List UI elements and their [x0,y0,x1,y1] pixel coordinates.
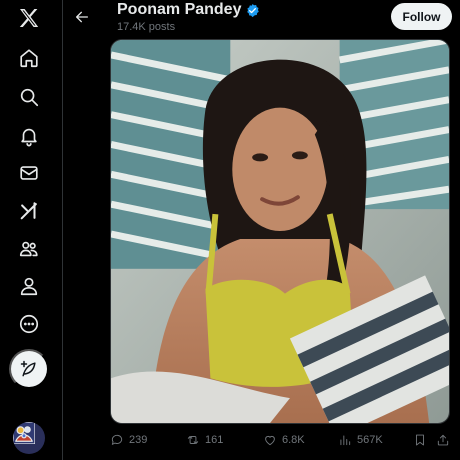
column-divider [62,0,63,460]
notifications-icon[interactable] [9,116,49,156]
left-nav [0,0,58,460]
messages-icon[interactable] [9,153,49,193]
repost-icon [187,436,199,444]
more-icon[interactable] [9,304,49,344]
search-icon[interactable] [9,77,49,117]
back-button[interactable] [70,5,94,29]
reply-icon [111,434,123,445]
like-count: 6.8K [282,434,305,446]
bookmark-icon [416,434,424,446]
photo-image [111,40,449,423]
reply-button[interactable]: 239 [110,430,147,450]
verified-badge-icon [247,3,260,17]
compose-post-button[interactable] [9,349,49,389]
profile-name: Poonam Pandey [117,1,242,18]
views-button[interactable]: 567K [338,430,383,450]
share-icon [437,434,449,446]
profile-header-name: Poonam Pandey [117,1,260,19]
communities-icon[interactable] [9,229,49,269]
profile-icon[interactable] [9,266,49,306]
repost-button[interactable]: 161 [186,430,223,450]
views-chart-icon [340,435,351,446]
heart-icon [265,435,275,446]
share-button[interactable] [436,430,450,450]
post-media-photo[interactable] [110,39,450,424]
x-logo-icon[interactable] [9,0,49,38]
views-count: 567K [357,434,383,446]
bookmark-button[interactable] [413,430,427,450]
post-actions: 239 161 6.8K 567K [110,430,455,450]
reply-count: 239 [129,434,148,446]
compose-post-icon [20,360,36,377]
grok-icon[interactable] [9,191,49,231]
like-button[interactable]: 6.8K [263,430,305,450]
account-avatar[interactable] [13,422,45,454]
posts-count: 17.4K posts [117,21,176,33]
home-icon[interactable] [9,38,49,78]
arrow-left-icon [76,11,88,23]
repost-count: 161 [205,434,224,446]
follow-button[interactable]: Follow [391,3,452,30]
